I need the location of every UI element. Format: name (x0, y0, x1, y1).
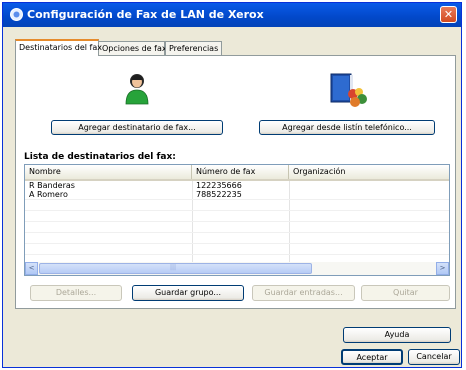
recipient-fax: 788522235 (196, 190, 242, 199)
details-button[interactable]: Detalles... (30, 285, 122, 301)
row-divider (25, 243, 449, 244)
grip-icon: ||| (170, 264, 177, 271)
fax-setup-dialog: Configuración de Fax de LAN de Xerox ✕ D… (2, 2, 462, 368)
column-organization[interactable]: Organización (289, 165, 449, 179)
recipients-panel: Agregar destinatario de fax... Agregar d… (15, 55, 456, 309)
cancel-button[interactable]: Cancelar (408, 349, 460, 365)
recipient-fax: 122235666 (196, 181, 242, 190)
recipient-list[interactable]: Nombre Número de fax Organización R Band… (24, 164, 450, 276)
title-bar[interactable]: Configuración de Fax de LAN de Xerox ✕ (3, 3, 461, 27)
recipient-list-label: Lista de destinatarios del fax: (24, 152, 176, 162)
tab-recipients[interactable]: Destinatarios del fax (15, 39, 102, 56)
close-button[interactable]: ✕ (440, 6, 457, 23)
add-from-phonebook-button[interactable]: Agregar desde listín telefónico... (259, 120, 435, 135)
ok-button[interactable]: Aceptar (341, 349, 403, 365)
scroll-right-icon[interactable]: > (436, 262, 449, 275)
table-row[interactable]: R Banderas 122235666 (25, 181, 449, 190)
row-divider (25, 232, 449, 233)
table-row[interactable]: A Romero 788522235 (25, 190, 449, 199)
tab-fax-options[interactable]: Opciones de fax (98, 41, 167, 55)
save-group-button[interactable]: Guardar grupo... (132, 285, 244, 301)
recipient-name: A Romero (29, 190, 68, 199)
column-name[interactable]: Nombre (25, 165, 192, 179)
help-button[interactable]: Ayuda (343, 327, 451, 343)
horizontal-scrollbar[interactable]: < ||| > (25, 262, 449, 275)
tab-preferences[interactable]: Preferencias (165, 41, 222, 55)
scroll-left-icon[interactable]: < (25, 262, 38, 275)
list-header: Nombre Número de fax Organización (25, 165, 449, 181)
row-divider (25, 221, 449, 222)
remove-button[interactable]: Quitar (361, 285, 450, 301)
row-divider (25, 199, 449, 200)
phonebook-people-icon (330, 73, 367, 107)
save-entries-button[interactable]: Guardar entradas... (252, 285, 355, 301)
scroll-thumb[interactable]: ||| (39, 263, 312, 274)
row-divider (25, 210, 449, 211)
window-title: Configuración de Fax de LAN de Xerox (27, 8, 264, 21)
add-recipient-button[interactable]: Agregar destinatario de fax... (51, 120, 223, 135)
recipient-name: R Banderas (29, 181, 75, 190)
green-person-icon (125, 74, 149, 105)
column-fax-number[interactable]: Número de fax (192, 165, 289, 179)
row-divider (25, 254, 449, 255)
fax-app-icon (10, 8, 23, 21)
